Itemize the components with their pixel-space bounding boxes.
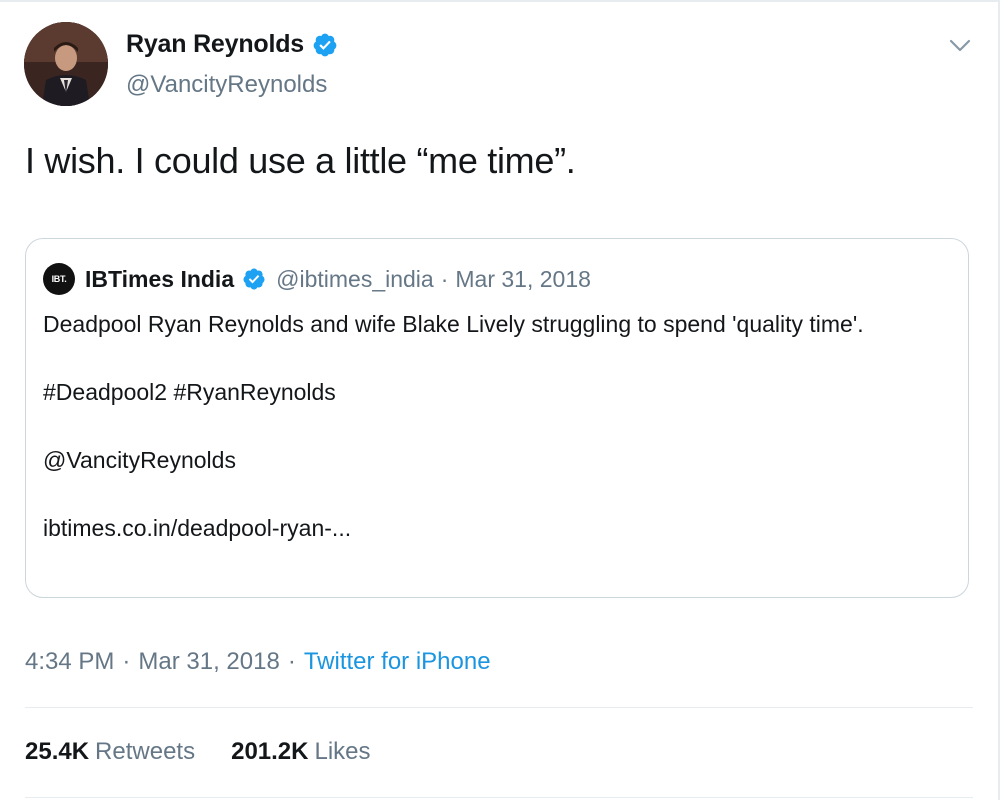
divider	[25, 707, 973, 708]
quoted-author-avatar: IBT.	[43, 263, 75, 295]
chevron-down-icon	[949, 39, 971, 52]
author-handle[interactable]: @VancityReynolds	[126, 71, 327, 99]
retweets-label: Retweets	[95, 738, 196, 765]
author-name-row[interactable]: Ryan Reynolds	[126, 30, 338, 59]
likes-stat[interactable]: 201.2K Likes	[231, 738, 370, 766]
quoted-tweet-header: IBT. IBTimes India @ibtimes_india · Mar …	[43, 263, 591, 295]
likes-label: Likes	[314, 738, 371, 765]
quoted-author-handle: @ibtimes_india	[276, 265, 434, 292]
quoted-text-line: Deadpool Ryan Reynolds and wife Blake Li…	[43, 311, 864, 337]
quoted-link: ibtimes.co.in/deadpool-ryan-...	[43, 515, 352, 541]
author-name[interactable]: Ryan Reynolds	[126, 30, 304, 59]
tweet-meta: 4:34 PM · Mar 31, 2018 · Twitter for iPhone	[25, 648, 491, 676]
verified-badge-icon	[313, 33, 337, 56]
meta-separator: ·	[122, 648, 131, 675]
likes-count: 201.2K	[231, 738, 309, 765]
retweets-count: 25.4K	[25, 738, 90, 765]
quoted-date: Mar 31, 2018	[455, 265, 591, 292]
meta-separator: ·	[287, 648, 296, 675]
avatar-image	[24, 22, 108, 106]
divider	[25, 797, 973, 798]
verified-badge-icon	[243, 268, 265, 290]
avatar[interactable]	[24, 22, 108, 106]
quoted-tweet-body: Deadpool Ryan Reynolds and wife Blake Li…	[43, 307, 943, 545]
more-options-button[interactable]	[945, 31, 975, 61]
tweet-source-link[interactable]: Twitter for iPhone	[304, 648, 491, 675]
frame-top-border	[0, 0, 1000, 2]
quoted-mention: @VancityReynolds	[43, 447, 236, 473]
tweet-text: I wish. I could use a little “me time”.	[25, 140, 576, 181]
quoted-tweet-card[interactable]: IBT. IBTimes India @ibtimes_india · Mar …	[25, 238, 969, 598]
tweet-stats: 25.4K Retweets 201.2K Likes	[25, 738, 371, 766]
quoted-author-name: IBTimes India	[85, 265, 235, 292]
retweets-stat[interactable]: 25.4K Retweets	[25, 738, 195, 766]
quoted-separator: ·	[440, 265, 449, 292]
tweet-time[interactable]: 4:34 PM	[25, 648, 114, 675]
quoted-hashtags: #Deadpool2 #RyanReynolds	[43, 379, 336, 405]
tweet-date[interactable]: Mar 31, 2018	[138, 648, 279, 675]
